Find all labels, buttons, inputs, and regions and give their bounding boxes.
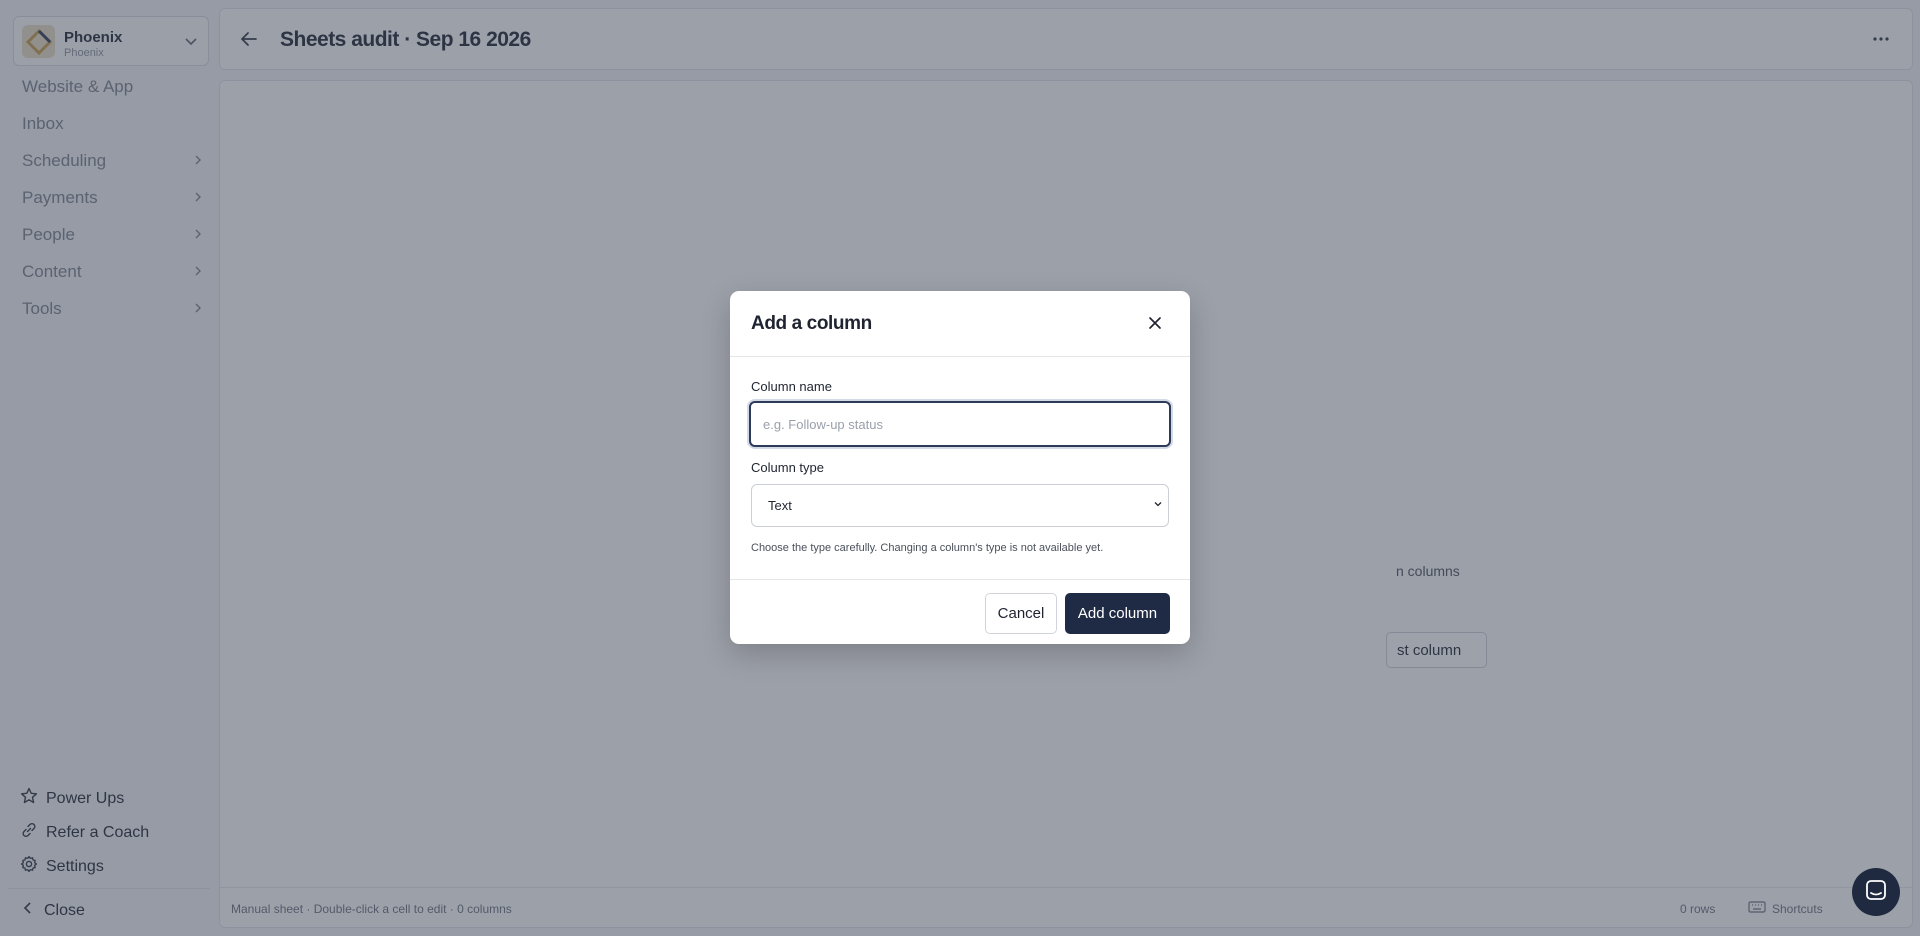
column-name-label: Column name — [751, 379, 832, 394]
close-icon[interactable] — [1148, 316, 1162, 335]
column-type-select[interactable]: Text — [751, 484, 1169, 527]
chevron-down-icon — [1152, 498, 1164, 513]
column-type-hint: Choose the type carefully. Changing a co… — [751, 542, 1104, 554]
column-type-label: Column type — [751, 460, 824, 475]
column-type-value: Text — [768, 498, 792, 513]
chat-launcher-button[interactable] — [1852, 868, 1900, 916]
cancel-button[interactable]: Cancel — [985, 593, 1057, 634]
add-column-button[interactable]: Add column — [1065, 593, 1170, 634]
add-column-dialog: Add a column Column name Column type Tex… — [730, 291, 1190, 644]
column-name-input[interactable] — [749, 401, 1171, 447]
dialog-title: Add a column — [751, 313, 872, 334]
chat-icon — [1864, 878, 1888, 907]
dialog-header: Add a column — [730, 291, 1190, 357]
dialog-footer: Cancel Add column — [730, 579, 1190, 644]
